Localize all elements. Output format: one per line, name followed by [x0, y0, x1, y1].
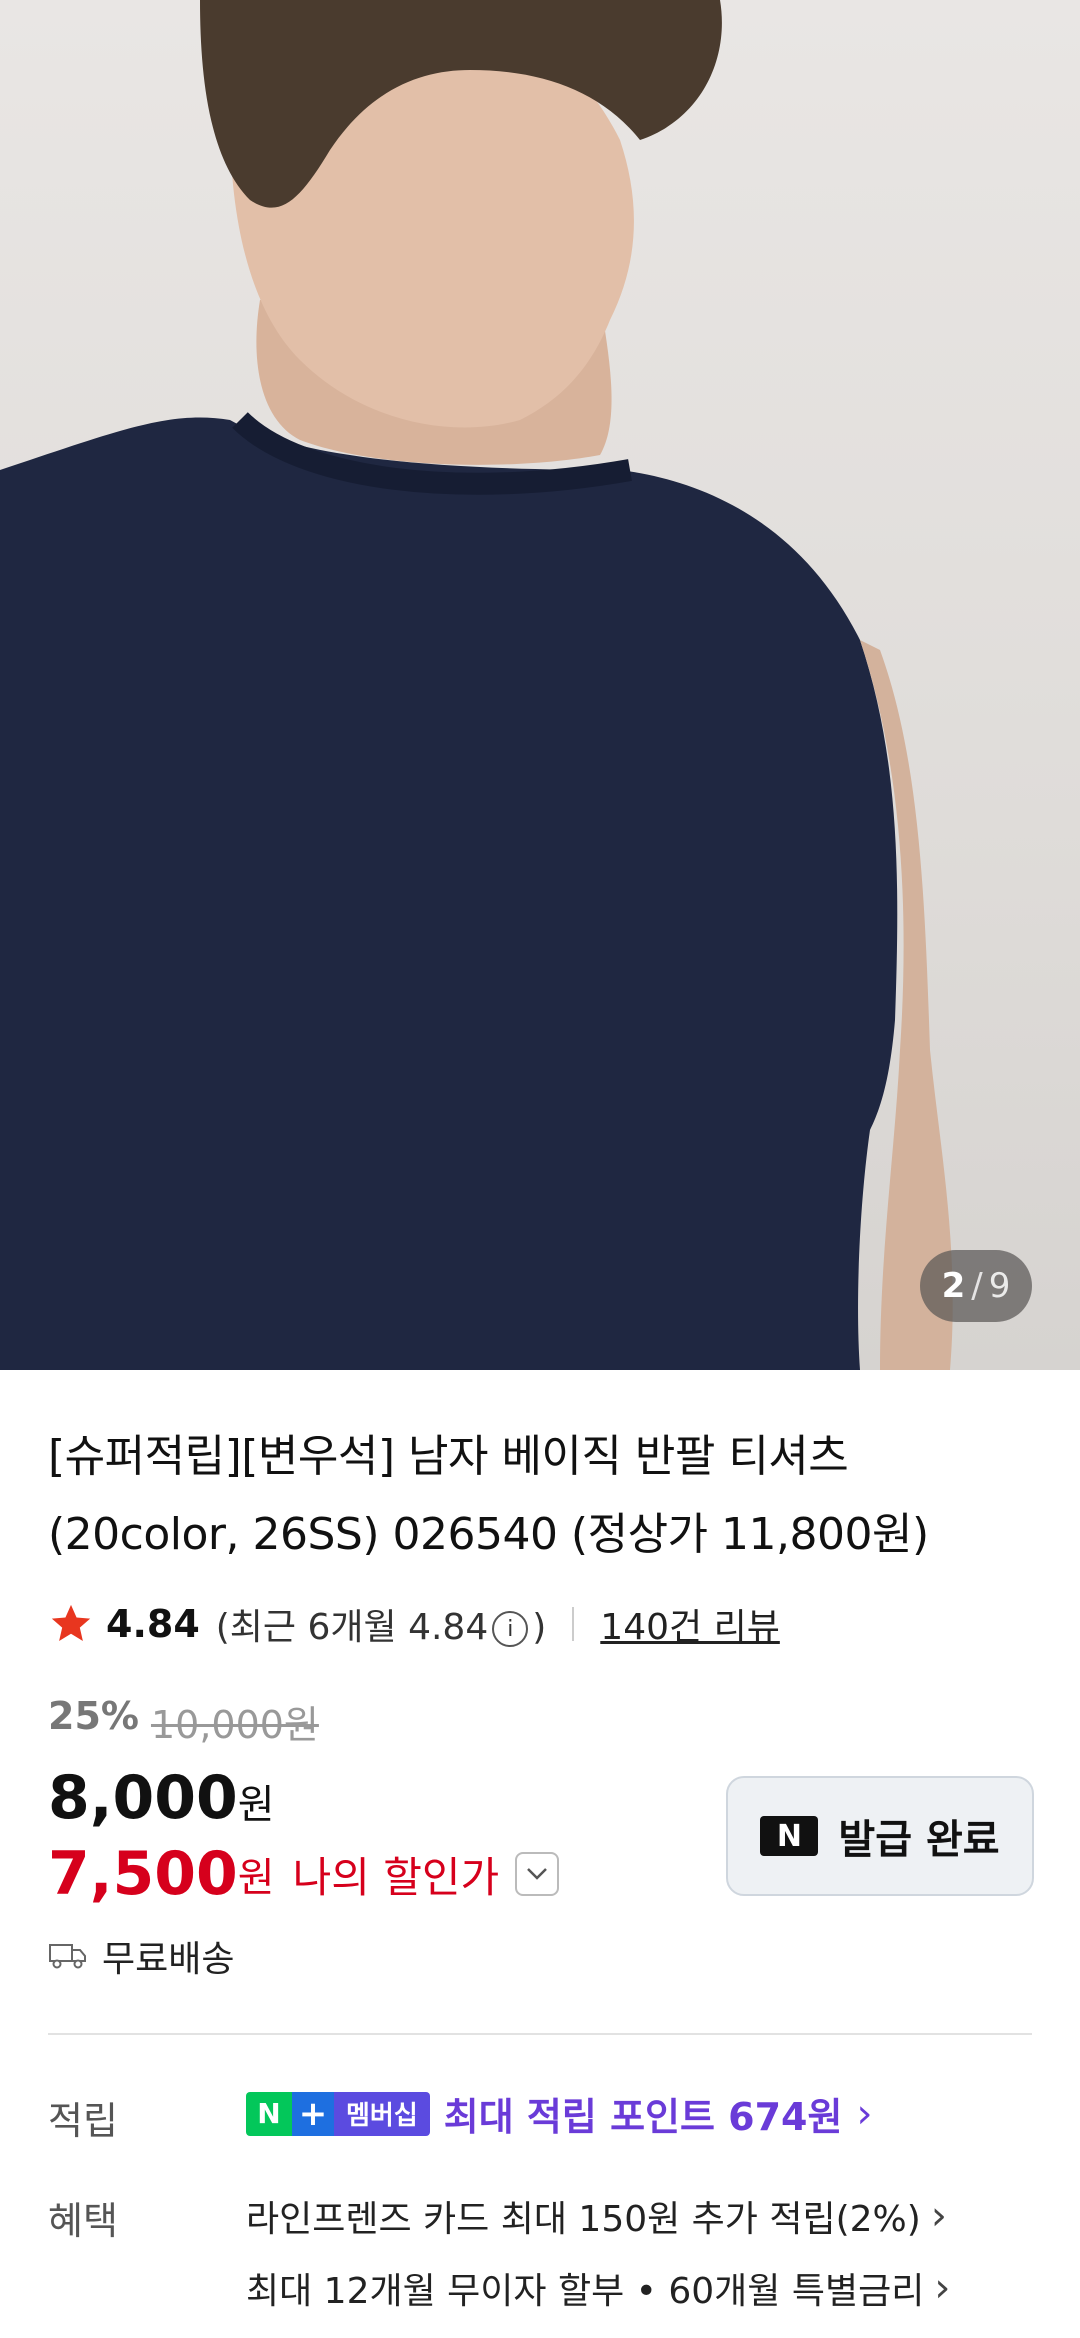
- naver-n-icon: N: [760, 1816, 819, 1856]
- points-label: 적립: [48, 2099, 118, 2143]
- max-points-text: 최대 적립 포인트 674원: [443, 2095, 843, 2139]
- sale-price-unit: 원: [237, 1782, 275, 1828]
- chevron-right-icon: ›: [930, 2193, 947, 2239]
- product-title: [슈퍼적립][변우석] 남자 베이직 반팔 티셔츠 (20color, 26SS…: [48, 1431, 929, 1560]
- discount-row: 25% 10,000원: [48, 1694, 1032, 1749]
- chevron-down-icon[interactable]: [515, 1852, 560, 1896]
- benefit-installment-text: 최대 12개월 무이자 할부 • 60개월 특별금리: [246, 2271, 925, 2312]
- model-photo: [0, 0, 953, 1370]
- original-price: 10,000원: [150, 1703, 319, 1747]
- my-price-value: 7,500: [48, 1839, 238, 1909]
- benefit-item[interactable]: 라인프렌즈 카드 최대 150원 추가 적립(2%) ›: [246, 2190, 947, 2242]
- section-divider: [48, 2033, 1032, 2035]
- benefits-label: 혜택: [48, 2199, 118, 2243]
- image-counter: 2 / 9: [920, 1250, 1032, 1322]
- plus-icon: +: [292, 2091, 334, 2136]
- recent-rating-close: ): [532, 1607, 547, 1648]
- truck-icon: [49, 1944, 86, 1969]
- rating-score: 4.84: [106, 1602, 200, 1646]
- shipping-label: 무료배송: [102, 1939, 235, 1980]
- divider: [572, 1607, 575, 1641]
- shipping-info: 무료배송: [48, 1930, 234, 1982]
- points-row[interactable]: N + 멤버십 최대 적립 포인트 674원 ›: [246, 2086, 872, 2141]
- image-counter-current: 2: [941, 1266, 966, 1306]
- benefit-card-text: 라인프렌즈 카드 최대 150원 추가 적립(2%): [246, 2199, 921, 2240]
- npay-n-icon: N: [246, 2091, 292, 2136]
- recent-rating: (최근 6개월 4.84 i): [216, 1598, 547, 1650]
- chevron-right-icon: ›: [934, 2265, 951, 2311]
- review-count-link[interactable]: 140건 리뷰: [600, 1598, 780, 1650]
- image-counter-separator: /: [971, 1266, 983, 1306]
- benefit-item[interactable]: 최대 12개월 무이자 할부 • 60개월 특별금리 ›: [246, 2262, 950, 2314]
- image-counter-total: 9: [988, 1266, 1011, 1306]
- sale-price-value: 8,000: [48, 1763, 238, 1833]
- coupon-issued-button[interactable]: N 발급 완료: [726, 1776, 1034, 1896]
- coupon-label: 발급 완료: [838, 1817, 1000, 1863]
- chevron-right-icon: ›: [856, 2090, 873, 2137]
- star-icon: [51, 1604, 91, 1642]
- recent-rating-text: (최근 6개월 4.84: [215, 1607, 489, 1648]
- product-image[interactable]: 2 / 9: [0, 0, 1080, 1370]
- npay-membership-badge: N + 멤버십: [246, 2091, 430, 2136]
- my-price-label: 나의 할인가: [292, 1852, 500, 1902]
- rating-row: 4.84 (최근 6개월 4.84 i) 140건 리뷰: [48, 1592, 1032, 1656]
- info-icon[interactable]: i: [492, 1611, 529, 1647]
- discount-rate: 25%: [48, 1694, 139, 1738]
- my-price-unit: 원: [237, 1855, 275, 1901]
- membership-label: 멤버십: [334, 2091, 430, 2136]
